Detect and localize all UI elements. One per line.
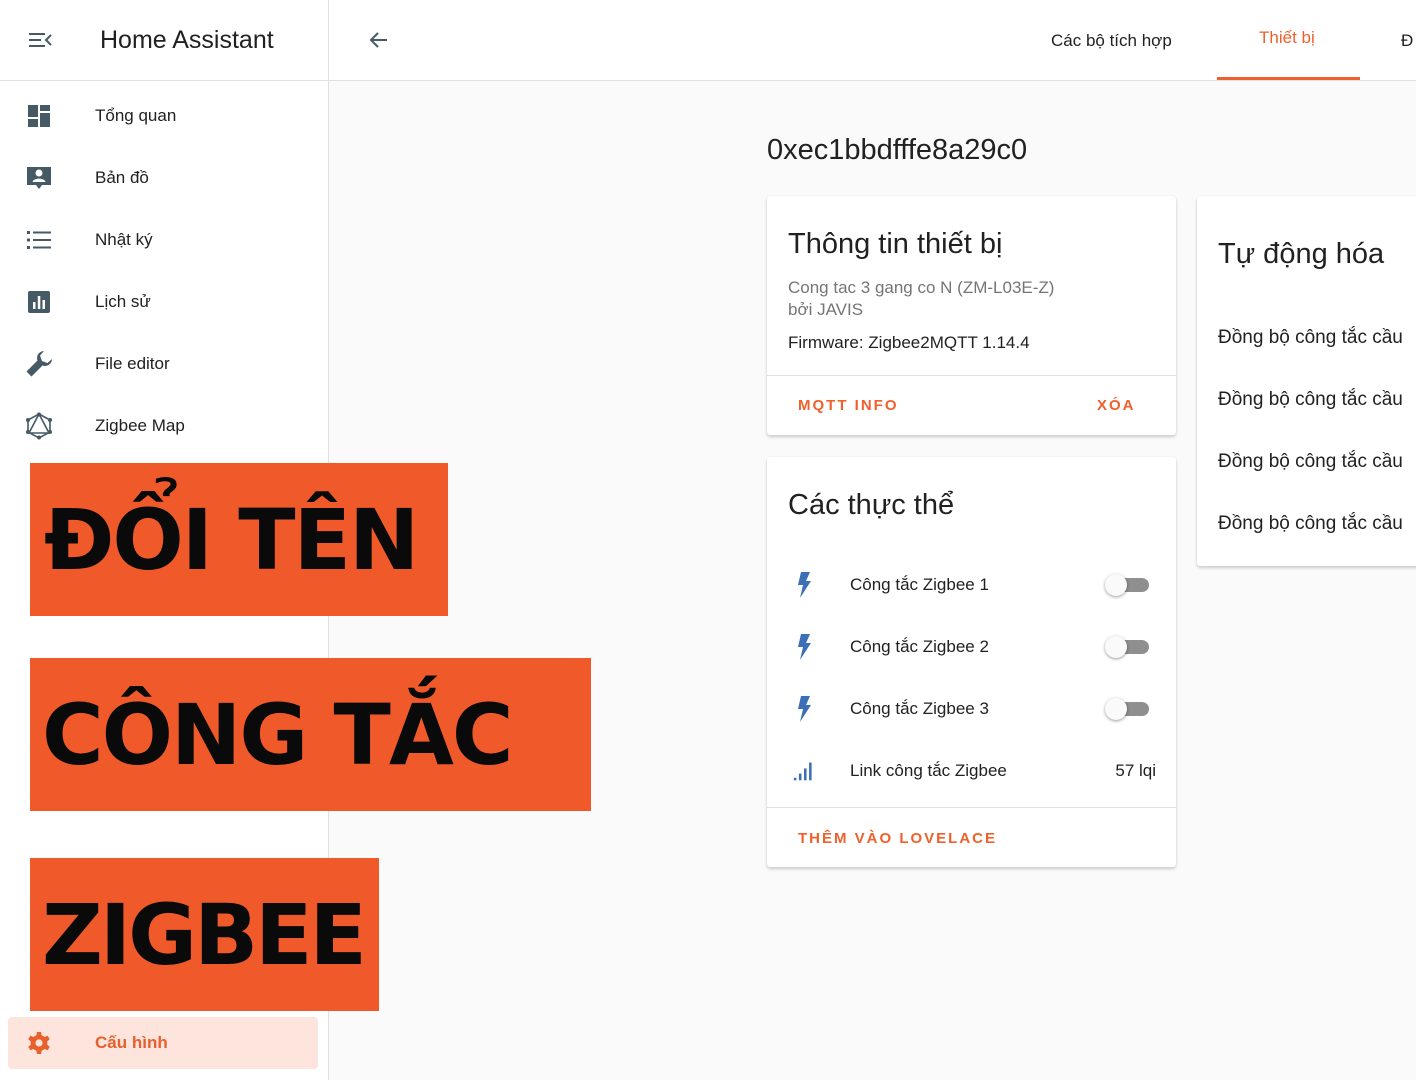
sidebar-item-zigbee-map[interactable]: Zigbee Map <box>0 399 329 453</box>
sidebar-item-label: Nhật ký <box>95 230 153 249</box>
automation-title: Tự động hóa <box>1218 238 1385 270</box>
entity-row[interactable]: Công tắc Zigbee 1 <box>767 560 1176 610</box>
entity-toggle[interactable] <box>1105 636 1151 658</box>
sidebar-item-label: Tổng quan <box>95 106 177 125</box>
sidebar-item-logbook[interactable]: Nhật ký <box>0 213 329 267</box>
device-info-card: Thông tin thiết bị Cong tac 3 gang co N … <box>767 196 1176 435</box>
entities-card: Các thực thể Công tắc Zigbee 1 Công tắc … <box>767 457 1176 867</box>
sidebar-item-label: File editor <box>95 354 170 373</box>
top-app-bar: Các bộ tích hợp Thiết bị Đ <box>329 0 1416 81</box>
active-tab-indicator <box>1217 77 1360 80</box>
automation-item[interactable]: Đồng bộ công tắc cầu <box>1218 389 1403 411</box>
entity-toggle[interactable] <box>1105 574 1151 596</box>
sidebar-header: Home Assistant <box>0 0 328 81</box>
entity-value: 57 lqi <box>1115 761 1156 780</box>
delete-button[interactable]: XÓA <box>1097 397 1136 414</box>
entity-label: Công tắc Zigbee 1 <box>850 575 989 594</box>
entity-row[interactable]: Công tắc Zigbee 2 <box>767 622 1176 672</box>
overlay-text: ZIGBEE <box>42 885 367 984</box>
sidebar-item-label: Bản đồ <box>95 168 149 187</box>
card-divider <box>767 807 1176 808</box>
tab-more[interactable]: Đ <box>1401 0 1413 81</box>
automation-item[interactable]: Đồng bộ công tắc cầu <box>1218 513 1403 535</box>
lightning-icon <box>798 572 811 598</box>
overlay-banner-line3: ZIGBEE <box>30 858 379 1011</box>
sidebar-item-label: Zigbee Map <box>95 416 185 435</box>
sidebar-item-label: Lịch sử <box>95 292 151 311</box>
map-icon <box>26 167 51 189</box>
device-title: 0xec1bbdfffe8a29c0 <box>767 134 1028 166</box>
back-button[interactable] <box>359 20 399 60</box>
overlay-banner-line1: ĐỔI TÊN <box>30 463 448 616</box>
entities-title: Các thực thể <box>788 489 955 521</box>
entity-row[interactable]: Link công tắc Zigbee 57 lqi <box>767 746 1176 796</box>
device-manufacturer: bởi JAVIS <box>788 300 864 319</box>
sidebar-item-history[interactable]: Lịch sử <box>0 275 329 329</box>
dashboard-icon <box>27 105 50 127</box>
overlay-text: ĐỔI TÊN <box>44 490 419 589</box>
automation-card: Tự động hóa Đồng bộ công tắc cầu Đồng bộ… <box>1197 196 1416 566</box>
tab-integrations[interactable]: Các bộ tích hợp <box>1051 0 1172 81</box>
signal-icon <box>793 762 812 781</box>
mqtt-info-button[interactable]: MQTT INFO <box>798 397 899 414</box>
menu-toggle-button[interactable] <box>0 0 80 80</box>
lightning-icon <box>798 696 811 722</box>
logbook-icon <box>26 231 51 249</box>
menu-collapse-icon <box>29 33 52 47</box>
wrench-icon <box>26 351 52 377</box>
tab-devices[interactable]: Thiết bị <box>1259 0 1315 78</box>
entity-row[interactable]: Công tắc Zigbee 3 <box>767 684 1176 734</box>
automation-item[interactable]: Đồng bộ công tắc cầu <box>1218 327 1403 349</box>
entity-label: Công tắc Zigbee 3 <box>850 699 989 718</box>
entity-label: Công tắc Zigbee 2 <box>850 637 989 656</box>
sidebar-item-file-editor[interactable]: File editor <box>0 337 329 391</box>
gear-icon <box>27 1032 50 1054</box>
history-chart-icon <box>27 291 50 313</box>
app-title: Home Assistant <box>100 25 274 54</box>
arrow-left-icon <box>369 32 387 48</box>
entity-label: Link công tắc Zigbee <box>850 761 1007 780</box>
device-model: Cong tac 3 gang co N (ZM-L03E-Z) <box>788 278 1055 297</box>
zigbee-graph-icon <box>25 412 52 440</box>
device-info-title: Thông tin thiết bị <box>788 228 1003 260</box>
automation-item[interactable]: Đồng bộ công tắc cầu <box>1218 451 1403 473</box>
entity-toggle[interactable] <box>1105 698 1151 720</box>
device-firmware: Firmware: Zigbee2MQTT 1.14.4 <box>788 333 1030 352</box>
card-divider <box>767 375 1176 376</box>
sidebar-item-map[interactable]: Bản đồ <box>0 151 329 205</box>
sidebar-item-overview[interactable]: Tổng quan <box>0 89 329 143</box>
sidebar-item-configuration[interactable]: Cấu hình <box>8 1017 318 1069</box>
sidebar-item-label: Cấu hình <box>95 1033 168 1052</box>
overlay-banner-line2: CÔNG TẮC <box>30 658 591 811</box>
add-to-lovelace-button[interactable]: THÊM VÀO LOVELACE <box>798 830 997 847</box>
overlay-text: CÔNG TẮC <box>42 685 514 784</box>
lightning-icon <box>798 634 811 660</box>
